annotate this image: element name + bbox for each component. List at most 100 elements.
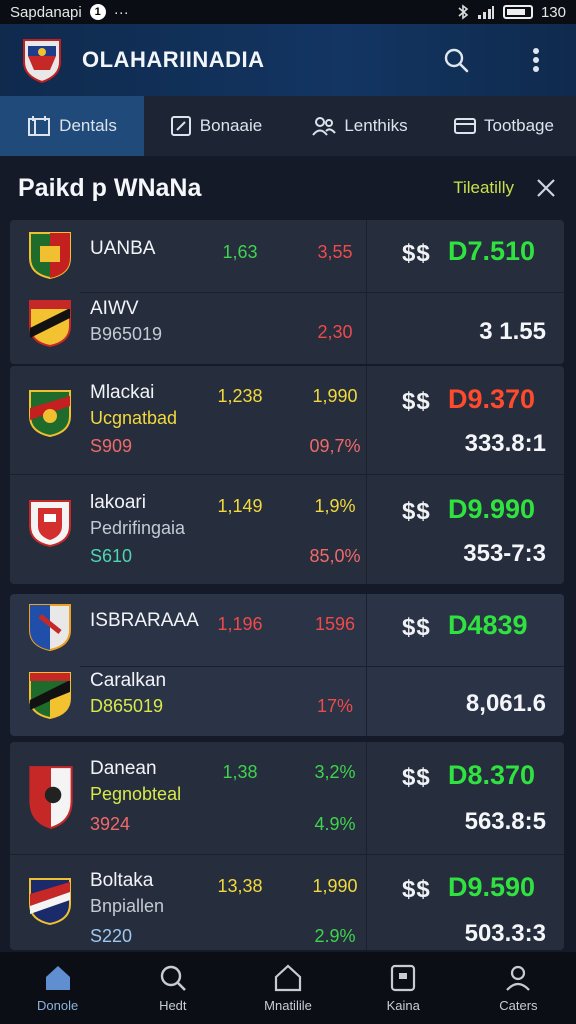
tab-label: Dentals	[59, 116, 117, 135]
more-status-dots: ···	[113, 3, 129, 21]
odds-away[interactable]: 1596	[300, 614, 370, 635]
percentage-value: 09,7%	[309, 436, 361, 456]
secondary-price: 3 1.55	[479, 318, 546, 345]
price-value[interactable]: D8.370	[448, 760, 535, 791]
price-value[interactable]: D9.990	[448, 494, 535, 525]
tab-label: Tootbage	[484, 116, 554, 135]
team-name: Danean	[90, 758, 157, 779]
app-logo-crest-icon[interactable]	[20, 36, 64, 84]
percentage-value: 17%	[316, 696, 354, 716]
nav-item-search[interactable]: Hedt	[115, 952, 230, 1024]
currency-label: $$	[402, 614, 431, 641]
odds-home[interactable]: 13,38	[200, 876, 280, 897]
tab-lenthiks[interactable]: Lenthiks	[288, 96, 432, 156]
team-subtitle: Ucgnatbad	[90, 408, 178, 428]
team-name: Caralkan	[90, 670, 167, 691]
team-code: B965019	[90, 324, 163, 344]
search-button[interactable]	[436, 40, 476, 80]
price-value[interactable]: D9.590	[448, 872, 535, 903]
percentage-value: 2.9%	[314, 926, 356, 946]
team-code: S220	[90, 926, 133, 946]
team-crest-icon	[29, 232, 71, 280]
secondary-price: 503.3:3	[464, 920, 546, 947]
odds-home[interactable]: 1,196	[200, 614, 280, 635]
nav-item-home[interactable]: Donole	[0, 952, 115, 1024]
status-bar: Sapdanapi 1 ··· 130	[0, 0, 576, 24]
tab-dentals[interactable]: Dentals	[0, 96, 144, 156]
search-icon	[160, 965, 186, 991]
team-crest-icon	[29, 300, 71, 348]
match-card[interactable]: UANBA 1,63 3,55 $$ D7.510 AIWV B965019 2…	[10, 220, 564, 364]
price-value[interactable]: D7.510	[448, 236, 535, 267]
nav-label: Hedt	[159, 997, 187, 1013]
square-icon	[391, 964, 416, 991]
odds-home[interactable]: 1,238	[200, 386, 280, 407]
odds-away[interactable]: 1,9%	[300, 496, 370, 517]
nav-label: Caters	[499, 997, 538, 1013]
currency-label: $$	[402, 388, 431, 415]
secondary-price: 563.8:5	[464, 808, 546, 835]
percentage-value: 4.9%	[314, 814, 356, 834]
team-name: Mlackai	[90, 382, 155, 403]
percentage-value: 85,0%	[309, 546, 361, 566]
match-card[interactable]: Danean Pegnobteal 3924 1,38 3,2% 4.9% $$…	[10, 742, 564, 950]
users-icon	[312, 117, 337, 136]
home-icon	[45, 965, 70, 990]
nav-label: Donole	[37, 997, 79, 1013]
team-crest-icon	[29, 878, 71, 926]
bluetooth-icon	[458, 4, 469, 20]
odds-away[interactable]: 1,990	[300, 386, 370, 407]
match-card[interactable]: ISBRARAAA 1,196 1596 $$ D4839 Caralkan D…	[10, 594, 564, 736]
house-outline-icon	[274, 964, 302, 991]
section-action-link[interactable]: Tileatilly	[453, 178, 514, 198]
more-vertical-icon	[533, 48, 539, 72]
odds-home[interactable]: 1,149	[200, 496, 280, 517]
team-name: Boltaka	[90, 870, 154, 891]
currency-label: $$	[402, 876, 431, 903]
tab-tootbage[interactable]: Tootbage	[432, 96, 576, 156]
carrier-name: Sapdanapi	[10, 3, 82, 21]
odds-away[interactable]: 2,30	[300, 322, 370, 343]
team-subtitle: Pedrifingaia	[90, 518, 186, 538]
team-name: UANBA	[90, 238, 156, 259]
team-crest-icon	[29, 500, 71, 548]
battery-icon	[502, 5, 533, 19]
nav-item-kaina[interactable]: Kaina	[346, 952, 461, 1024]
signal-icon	[477, 6, 494, 19]
nav-label: Mnatilile	[264, 997, 312, 1013]
odds-home[interactable]: 1,38	[200, 762, 280, 783]
secondary-price: 333.8:1	[464, 430, 546, 457]
team-crest-icon	[29, 766, 73, 830]
calendar-icon	[28, 116, 51, 136]
tab-label: Bonaaie	[199, 116, 263, 135]
odds-away[interactable]: 3,2%	[300, 762, 370, 783]
team-name: lakoari	[90, 492, 146, 513]
more-menu-button[interactable]	[516, 40, 556, 80]
odds-home[interactable]: 1,63	[200, 242, 280, 263]
price-value[interactable]: D9.370	[448, 384, 535, 415]
secondary-price: 353-7:3	[463, 540, 546, 567]
team-code: 3924	[90, 814, 131, 834]
app-title: OLAHARIINADIA	[82, 47, 265, 72]
tab-label: Lenthiks	[344, 116, 408, 135]
team-crest-icon	[29, 390, 71, 438]
nav-label: Kaina	[386, 997, 420, 1013]
currency-label: $$	[402, 764, 431, 791]
team-subtitle: Bnpiallen	[90, 896, 165, 916]
odds-away[interactable]: 3,55	[300, 242, 370, 263]
notification-badge: 1	[89, 4, 106, 20]
nav-item-matches[interactable]: Mnatilile	[230, 952, 345, 1024]
tab-bonaaie[interactable]: Bonaaie	[144, 96, 288, 156]
match-card[interactable]: Mlackai Ucgnatbad S909 1,238 1,990 09,7%…	[10, 366, 564, 584]
user-icon	[506, 965, 531, 991]
bottom-navigation: Donole Hedt Mnatilile Kaina Caters	[0, 952, 576, 1024]
currency-label: $$	[402, 240, 431, 267]
price-value[interactable]: D4839	[448, 610, 528, 641]
odds-away[interactable]: 1,990	[300, 876, 370, 897]
close-icon[interactable]	[534, 176, 558, 200]
team-code: S610	[90, 546, 133, 566]
nav-item-profile[interactable]: Caters	[461, 952, 576, 1024]
app-bar: OLAHARIINADIA	[0, 24, 576, 96]
edit-icon	[170, 116, 191, 136]
team-subtitle: Pegnobteal	[90, 784, 182, 804]
